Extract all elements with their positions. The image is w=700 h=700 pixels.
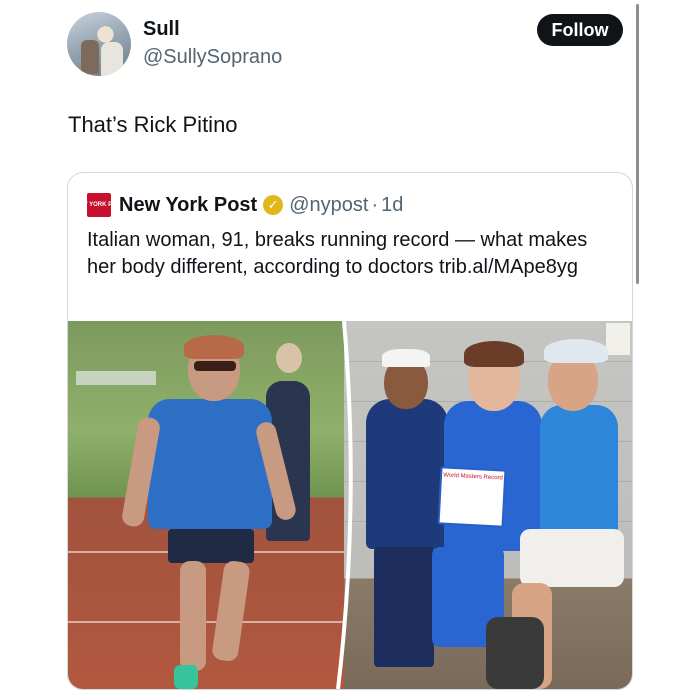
avatar-figure-left <box>81 40 99 74</box>
nypost-logo-icon: NEW YORK POST <box>74 193 124 217</box>
quoted-tweet-card[interactable]: NEW YORK POST New York Post ✓ @nypost · … <box>67 172 633 690</box>
quoted-handle[interactable]: @nypost <box>289 194 368 217</box>
tweet-header: Sull @SullySoprano Follow <box>67 12 623 76</box>
follow-button[interactable]: Follow <box>537 14 623 46</box>
tweet-text: That’s Rick Pitino <box>68 112 238 137</box>
quoted-tweet-text: Italian woman, 91, breaks running record… <box>87 229 588 278</box>
quoted-timestamp[interactable]: 1d <box>381 194 403 217</box>
verified-badge-icon: ✓ <box>263 195 284 215</box>
media-grid[interactable]: World Masters Record <box>68 321 632 689</box>
avatar-figure-right <box>101 42 123 76</box>
display-name[interactable]: Sull <box>143 18 180 41</box>
quoted-display-name[interactable]: New York Post <box>119 194 257 217</box>
user-handle[interactable]: @SullySoprano <box>143 46 282 69</box>
photo-divider <box>336 321 353 689</box>
separator-dot: · <box>371 193 379 216</box>
avatar[interactable] <box>67 12 131 76</box>
scrollbar[interactable] <box>636 4 639 284</box>
quoted-tweet-header: NEW YORK POST New York Post ✓ @nypost · … <box>74 191 403 219</box>
